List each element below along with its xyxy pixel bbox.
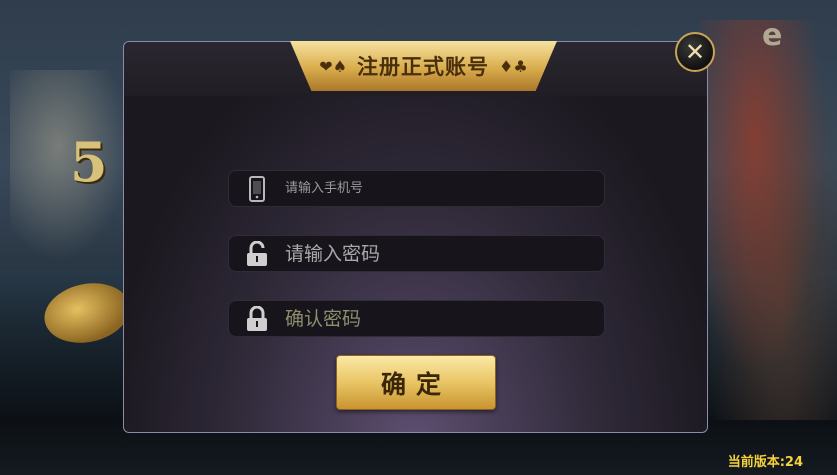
background-character (700, 20, 837, 420)
title-plate: ❤♠ 注册正式账号 ♦♣ (290, 41, 557, 91)
close-button[interactable]: ✕ (675, 32, 715, 72)
password-input[interactable] (285, 236, 604, 271)
background-corner-letter: e (762, 18, 783, 53)
confirm-button[interactable]: 确定 (336, 355, 496, 410)
dialog-title: 注册正式账号 (357, 55, 490, 79)
phone-field[interactable] (228, 170, 605, 207)
confirm-password-input[interactable] (285, 301, 604, 336)
phone-input[interactable] (285, 171, 604, 206)
phone-icon (229, 175, 285, 202)
unlock-icon (229, 240, 285, 267)
confirm-password-field[interactable] (228, 300, 605, 337)
register-dialog: ❤♠ 注册正式账号 ♦♣ 请输入手机号 确定 (123, 41, 708, 433)
diamond-club-icon: ♦♣ (499, 56, 528, 76)
close-icon: ✕ (684, 38, 706, 66)
heart-spade-icon: ❤♠ (319, 56, 348, 76)
password-field[interactable] (228, 235, 605, 272)
lock-icon (229, 305, 285, 332)
version-label: 当前版本:24 (727, 455, 803, 470)
background-badge-number: 5 (70, 130, 108, 194)
